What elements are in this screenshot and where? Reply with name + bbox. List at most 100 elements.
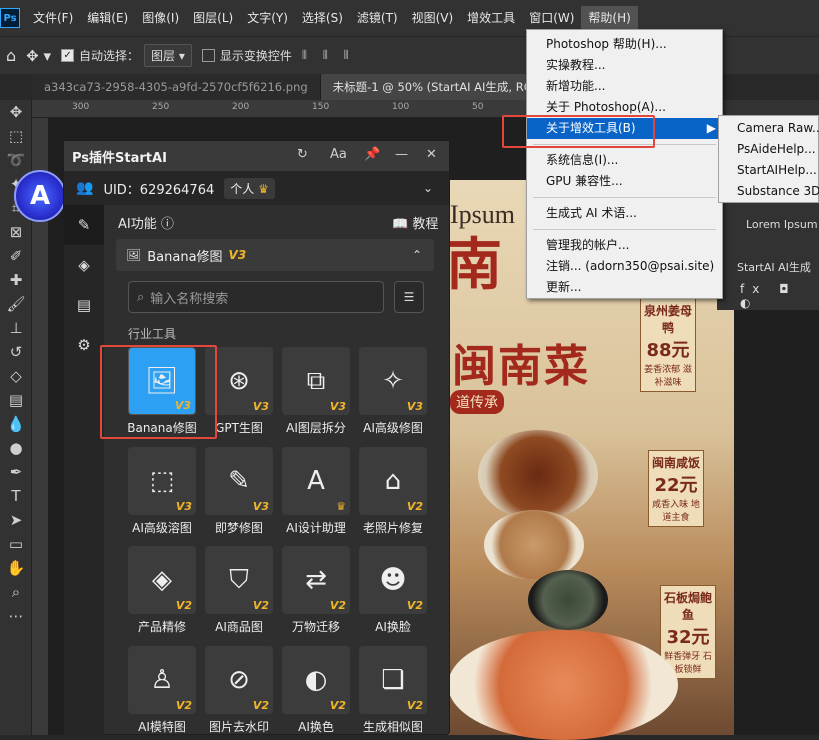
info-icon[interactable]: ⓘ: [161, 217, 174, 232]
view-toggle-button[interactable]: ☰: [394, 281, 424, 313]
section-header[interactable]: 🖼 Banana修图 V3 ⌃: [116, 239, 434, 271]
help-system-info[interactable]: 系统信息(I)...: [527, 150, 722, 171]
chevron-up-icon[interactable]: ⌃: [412, 248, 422, 262]
tool-label[interactable]: AI模特图: [122, 718, 202, 735]
auto-select-checkbox[interactable]: ✓: [61, 49, 75, 62]
auto-select-dropdown[interactable]: 图层 ▾: [144, 44, 192, 67]
edit-icon[interactable]: ✎: [64, 205, 104, 245]
tool-label[interactable]: 老照片修复: [353, 519, 433, 536]
help-manage-account[interactable]: 管理我的帐户...: [527, 235, 722, 256]
zoom-tool-icon[interactable]: ⌕: [0, 580, 32, 604]
marquee-tool-icon[interactable]: ⬚: [0, 124, 32, 148]
submenu-substance-3d[interactable]: Substance 3D: [719, 181, 819, 202]
settings-icon[interactable]: ⚙: [64, 325, 104, 365]
tool-tile[interactable]: ✧ V3: [359, 347, 427, 415]
minimize-icon[interactable]: —: [395, 147, 408, 162]
tutorial-link[interactable]: 📖 教程: [392, 213, 438, 232]
tool-label[interactable]: AI图层拆分: [276, 419, 356, 436]
tool-label[interactable]: AI换色: [276, 718, 356, 735]
search-input[interactable]: ⌕ 输入名称搜索: [128, 281, 384, 313]
help-ps-help[interactable]: Photoshop 帮助(H)...: [527, 34, 722, 55]
pen-tool-icon[interactable]: ✒: [0, 460, 32, 484]
clipboard-icon[interactable]: ▤: [64, 285, 104, 325]
tool-label[interactable]: AI高级修图: [353, 419, 433, 436]
tool-tile[interactable]: ☻ V2: [359, 546, 427, 614]
chevron-down-icon[interactable]: ⌄: [423, 181, 433, 195]
close-icon[interactable]: ✕: [426, 147, 437, 162]
tool-label[interactable]: AI换脸: [353, 618, 433, 635]
pin-icon[interactable]: 📌: [364, 147, 380, 162]
tool-tile[interactable]: ⇄ V2: [282, 546, 350, 614]
tool-tile[interactable]: ⌂ V2: [359, 447, 427, 515]
refresh-icon[interactable]: ↻: [297, 147, 308, 162]
more-tools-icon[interactable]: ⋯: [0, 604, 32, 628]
tool-tile[interactable]: ⬚ V3: [128, 447, 196, 515]
menu-type[interactable]: 文字(Y): [240, 6, 295, 30]
history-brush-icon[interactable]: ↺: [0, 340, 32, 364]
help-gpu[interactable]: GPU 兼容性...: [527, 171, 722, 192]
path-select-icon[interactable]: ➤: [0, 508, 32, 532]
menu-view[interactable]: 视图(V): [405, 6, 461, 30]
menu-image[interactable]: 图像(I): [135, 6, 186, 30]
frame-tool-icon[interactable]: ⊠: [0, 220, 32, 244]
align-icons[interactable]: ⫴ ⫴ ⫴: [302, 48, 355, 63]
tool-tile[interactable]: A ♛: [282, 447, 350, 515]
menu-select[interactable]: 选择(S): [295, 6, 350, 30]
tool-tile[interactable]: ◈ V2: [128, 546, 196, 614]
personal-badge[interactable]: 个人 ♛: [224, 177, 275, 199]
layers-icon[interactable]: ◈: [64, 245, 104, 285]
dodge-tool-icon[interactable]: ●: [0, 436, 32, 460]
tool-tile[interactable]: ◐ V2: [282, 646, 350, 714]
layer-startai[interactable]: StartAI AI生成: [737, 259, 811, 275]
submenu-startaihelp[interactable]: StartAIHelp...: [719, 160, 819, 181]
help-updates[interactable]: 更新...: [527, 277, 722, 298]
gradient-icon[interactable]: ▤: [0, 388, 32, 412]
help-sign-out[interactable]: 注销... (adorn350@psai.site): [527, 256, 722, 277]
move-tool-icon[interactable]: ✥: [0, 100, 32, 124]
eyedropper-icon[interactable]: ✐: [0, 244, 32, 268]
font-size-icon[interactable]: Aa: [330, 147, 347, 162]
lasso-tool-icon[interactable]: ➰: [0, 148, 32, 172]
blur-tool-icon[interactable]: 💧: [0, 412, 32, 436]
menu-layer[interactable]: 图层(L): [186, 6, 240, 30]
menu-plugins[interactable]: 增效工具: [460, 6, 522, 30]
menu-help[interactable]: 帮助(H): [581, 6, 638, 30]
tab-document-2[interactable]: 未标题-1 @ 50% (StartAI AI生成, RG: [320, 74, 546, 100]
tool-tile[interactable]: ❏ V2: [359, 646, 427, 714]
tool-tile[interactable]: ♙ V2: [128, 646, 196, 714]
tool-label[interactable]: 图片去水印: [199, 718, 279, 735]
show-transform-checkbox[interactable]: [201, 49, 215, 62]
tool-label[interactable]: 产品精修: [122, 618, 202, 635]
layer-actions-icons[interactable]: fx ◘ ◐: [740, 282, 819, 310]
tool-label[interactable]: AI高级溶图: [122, 519, 202, 536]
tool-tile[interactable]: ⛉ V2: [205, 546, 273, 614]
eraser-icon[interactable]: ◇: [0, 364, 32, 388]
healing-brush-icon[interactable]: ✚: [0, 268, 32, 292]
help-gen-ai-terms[interactable]: 生成式 AI 术语...: [527, 203, 722, 224]
home-icon[interactable]: ⌂: [6, 46, 16, 65]
menu-edit[interactable]: 编辑(E): [80, 6, 135, 30]
hand-tool-icon[interactable]: ✋: [0, 556, 32, 580]
tool-label[interactable]: AI商品图: [199, 618, 279, 635]
submenu-camera-raw[interactable]: Camera Raw...: [719, 118, 819, 139]
brush-tool-icon[interactable]: 🖌: [0, 292, 32, 316]
type-tool-icon[interactable]: T: [0, 484, 32, 508]
rectangle-tool-icon[interactable]: ▭: [0, 532, 32, 556]
menu-file[interactable]: 文件(F): [26, 6, 80, 30]
move-tool-icon[interactable]: ✥ ▾: [26, 47, 51, 65]
tool-label[interactable]: AI设计助理: [276, 519, 356, 536]
help-whats-new[interactable]: 新增功能...: [527, 76, 722, 97]
layer-lorem[interactable]: Lorem Ipsum: [746, 218, 818, 231]
tool-tile[interactable]: ⊘ V2: [205, 646, 273, 714]
menu-window[interactable]: 窗口(W): [522, 6, 581, 30]
tab-document-1[interactable]: a343ca73-2958-4305-a9fd-2570cf5f6216.png: [32, 74, 321, 100]
tool-label[interactable]: 万物迁移: [276, 618, 356, 635]
tool-label[interactable]: 即梦修图: [199, 519, 279, 536]
tool-label[interactable]: 生成相似图: [353, 718, 433, 735]
tool-tile[interactable]: ⧉ V3: [282, 347, 350, 415]
tool-tile[interactable]: ✎ V3: [205, 447, 273, 515]
submenu-psaidehelp[interactable]: PsAideHelp...: [719, 139, 819, 160]
startai-avatar-icon[interactable]: A: [14, 170, 66, 222]
help-tutorials[interactable]: 实操教程...: [527, 55, 722, 76]
menu-filter[interactable]: 滤镜(T): [350, 6, 405, 30]
